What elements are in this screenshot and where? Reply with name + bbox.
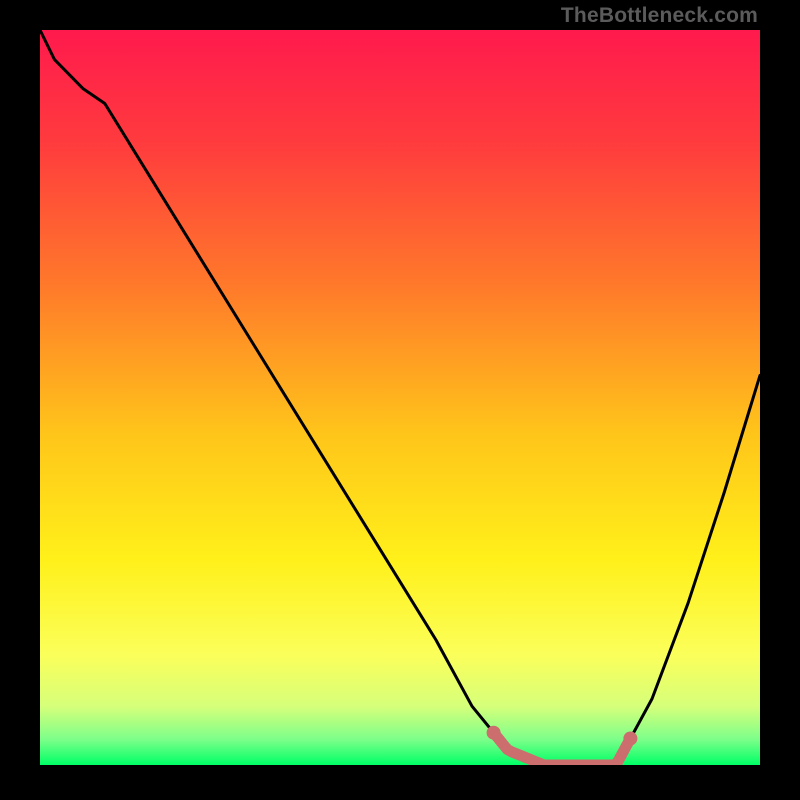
chart-frame: TheBottleneck.com [0, 0, 800, 800]
plot-area [40, 30, 760, 765]
highlight-endpoint-left [487, 726, 501, 740]
curve-layer [40, 30, 760, 765]
highlight-endpoint-right [623, 732, 637, 746]
watermark-text: TheBottleneck.com [561, 4, 758, 28]
optimal-range-highlight [494, 733, 631, 765]
bottleneck-curve [40, 30, 760, 765]
